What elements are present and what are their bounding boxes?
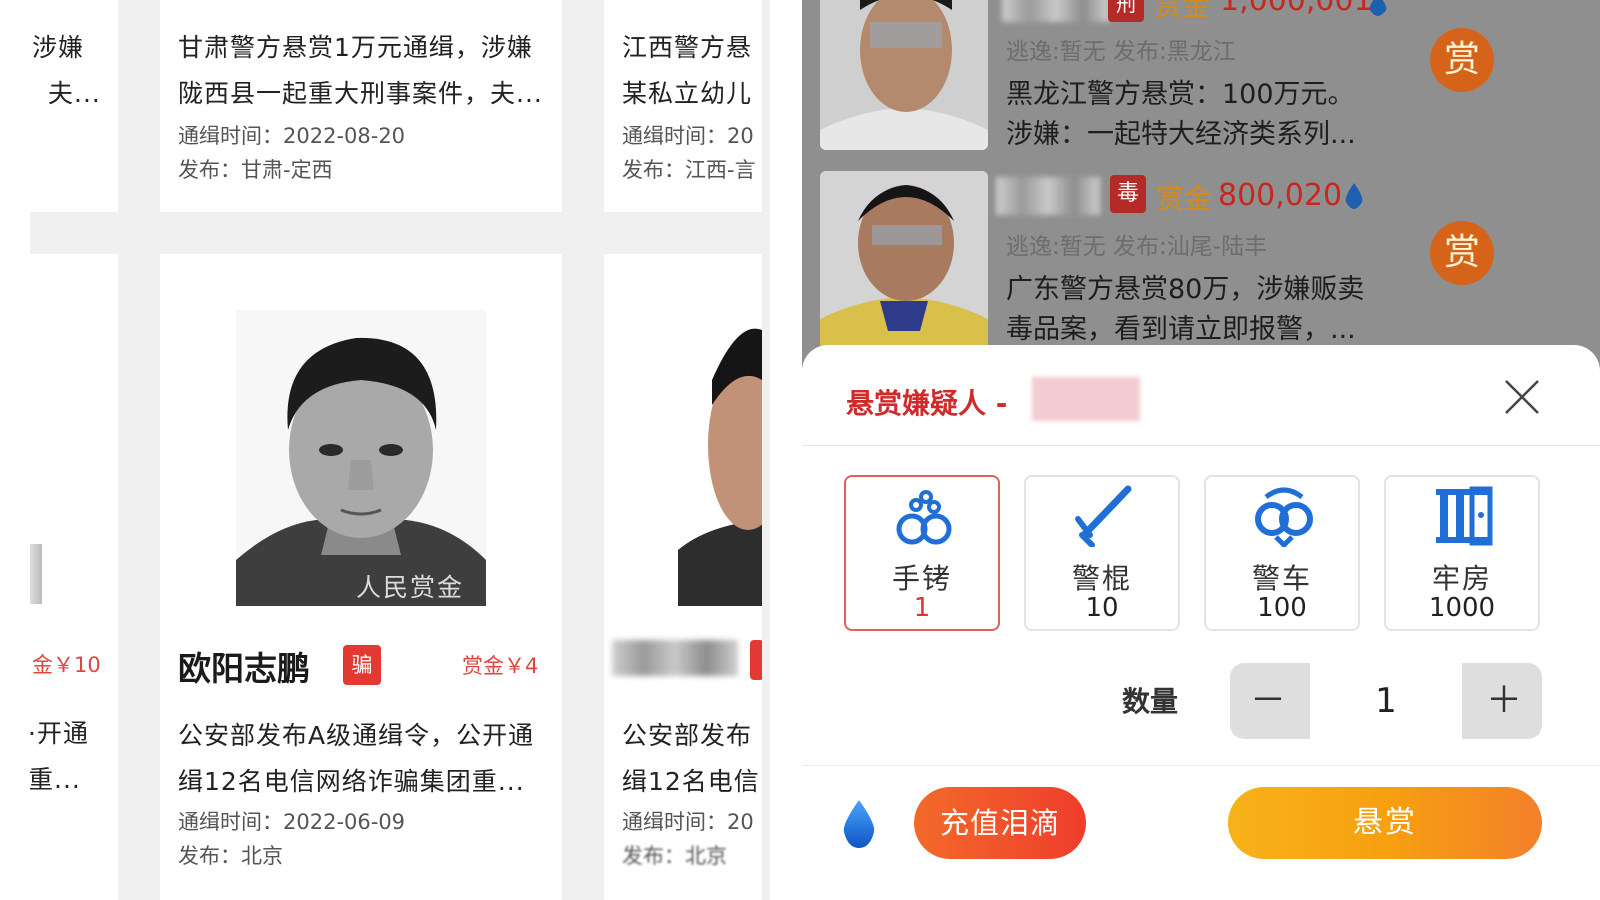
card-desc-line: ·开通 bbox=[30, 719, 89, 748]
reward-amount: 赏金￥4 bbox=[462, 654, 539, 678]
card-ouyang[interactable]: 人民赏金 欧阳志鹏 骗 赏金￥4 公安部发布A级通缉令，公开通 缉12名电信网络… bbox=[160, 254, 562, 900]
option-value: 10 bbox=[1085, 593, 1119, 623]
list-desc-line: 广东警方悬赏80万，涉嫌贩卖 bbox=[1006, 274, 1365, 305]
quantity-label: 数量 bbox=[1122, 685, 1179, 718]
water-drop-icon bbox=[1345, 183, 1363, 209]
card-desc-line: 江西警方悬 bbox=[622, 33, 753, 62]
publisher: 发布：北京 bbox=[178, 844, 283, 868]
photo-fragment bbox=[30, 544, 42, 604]
handcuffs-icon bbox=[896, 490, 952, 545]
escape-publish-meta: 逃逸:暂无 发布:汕尾-陆丰 bbox=[1006, 234, 1268, 260]
option-handcuffs[interactable]: 手铐 1 bbox=[844, 475, 1000, 631]
sheet-title: 悬赏嫌疑人 - bbox=[846, 387, 1008, 420]
jail-icon bbox=[1436, 486, 1493, 546]
option-label: 警车 bbox=[1251, 562, 1312, 595]
reward-amount: 金￥10 bbox=[32, 653, 101, 677]
edge-gutter bbox=[770, 0, 800, 900]
publisher: 发布：北京 bbox=[622, 844, 727, 868]
watermark: 人民赏金 bbox=[356, 573, 465, 602]
card-text: 夫... bbox=[48, 79, 101, 108]
edge-gutter bbox=[0, 0, 30, 900]
list-item[interactable]: 毒 赏金 800,020 逃逸:暂无 发布:汕尾-陆丰 广东警方悬赏80万，涉嫌… bbox=[802, 165, 1600, 349]
card-desc-line: 公安部发布A级通缉令，公开通 bbox=[178, 721, 535, 750]
portrait-illustration bbox=[820, 171, 988, 349]
option-value: 100 bbox=[1257, 593, 1307, 623]
suspect-name: 欧阳志鹏 bbox=[178, 649, 310, 688]
close-icon[interactable] bbox=[1502, 377, 1542, 417]
list-desc-line: 毒品案，看到请立即报警，... bbox=[1006, 314, 1356, 345]
crime-tag: 骗 bbox=[343, 645, 381, 685]
card-text: 涉嫌 bbox=[32, 33, 85, 62]
wanted-time: 通缉时间：20 bbox=[622, 810, 754, 834]
crime-tag: 刑 bbox=[1108, 0, 1144, 22]
reward-label: 赏金 bbox=[1154, 0, 1211, 22]
card-desc-line: 某私立幼儿 bbox=[622, 79, 753, 108]
reward-label: 赏金 bbox=[1156, 182, 1213, 215]
reward-bottom-sheet: 悬赏嫌疑人 - 手铐 1 警棍 10 警车 100 牢房 1000 数量 － 1… bbox=[802, 345, 1600, 900]
quantity-stepper: － 1 ＋ bbox=[1230, 663, 1542, 739]
card-gansu[interactable]: 甘肃警方悬赏1万元通缉，涉嫌 陇西县一起重大刑事案件，夫... 通缉时间：202… bbox=[160, 0, 562, 212]
suspect-photo bbox=[820, 171, 988, 349]
wanted-time: 通缉时间：2022-06-09 bbox=[178, 810, 406, 834]
card-partial-left-top[interactable]: 涉嫌 夫... bbox=[30, 0, 118, 212]
reward-badge-button[interactable]: 赏 bbox=[1430, 28, 1494, 92]
divider bbox=[802, 445, 1600, 446]
divider bbox=[802, 765, 1600, 766]
option-value: 1 bbox=[913, 593, 931, 623]
portrait-illustration bbox=[236, 310, 486, 606]
card-desc-line: 缉12名电信 bbox=[622, 767, 760, 796]
portrait-illustration bbox=[820, 0, 988, 150]
escape-publish-meta: 逃逸:暂无 发布:黑龙江 bbox=[1006, 39, 1236, 65]
option-jail[interactable]: 牢房 1000 bbox=[1384, 475, 1540, 631]
list-desc-line: 涉嫌：一起特大经济类系列... bbox=[1006, 119, 1356, 150]
option-baton[interactable]: 警棍 10 bbox=[1024, 475, 1180, 631]
water-drop-icon bbox=[843, 800, 875, 848]
composite-screenshot: 涉嫌 夫... 甘肃警方悬赏1万元通缉，涉嫌 陇西县一起重大刑事案件，夫... … bbox=[0, 0, 1600, 900]
card-desc-line: 重... bbox=[30, 765, 81, 794]
card-desc-line: 缉12名电信网络诈骗集团重... bbox=[178, 767, 525, 796]
recharge-tears-button[interactable]: 充值泪滴 bbox=[914, 787, 1086, 859]
option-value: 1000 bbox=[1428, 593, 1496, 623]
crime-tag bbox=[750, 640, 762, 680]
right-reward-screen: 刑 赏金 1,000,001 逃逸:暂无 发布:黑龙江 黑龙江警方悬赏：100万… bbox=[802, 0, 1600, 900]
card-partial-left-bottom[interactable]: 金￥10 ·开通 重... bbox=[30, 254, 118, 900]
crime-tag: 毒 bbox=[1110, 175, 1146, 213]
option-police-car[interactable]: 警车 100 bbox=[1204, 475, 1360, 631]
decrement-button[interactable]: － bbox=[1230, 663, 1306, 739]
card-desc-line: 甘肃警方悬赏1万元通缉，涉嫌 bbox=[178, 33, 533, 62]
water-drop-icon bbox=[1369, 0, 1387, 16]
wanted-time: 通缉时间：20 bbox=[622, 124, 754, 148]
card-desc-line: 陇西县一起重大刑事案件，夫... bbox=[178, 79, 543, 108]
card-partial-right[interactable]: 公安部发布 缉12名电信 通缉时间：20 发布：北京 bbox=[604, 254, 762, 900]
suspect-photo bbox=[820, 0, 988, 150]
publisher: 发布：江西-言 bbox=[622, 158, 756, 182]
reward-value: 800,020 bbox=[1218, 178, 1343, 213]
reward-badge-button[interactable]: 赏 bbox=[1430, 221, 1494, 285]
police-car-icon bbox=[1255, 487, 1313, 547]
suspect-photo: 人民赏金 bbox=[236, 310, 486, 606]
blurred-name bbox=[612, 640, 738, 676]
increment-button[interactable]: ＋ bbox=[1466, 663, 1542, 739]
blurred-name bbox=[1002, 0, 1110, 22]
card-jiangxi[interactable]: 江西警方悬 某私立幼儿 通缉时间：20 发布：江西-言 bbox=[604, 0, 762, 212]
list-desc-line: 黑龙江警方悬赏：100万元。 bbox=[1006, 79, 1355, 110]
wanted-time: 通缉时间：2022-08-20 bbox=[178, 124, 406, 148]
list-item[interactable]: 刑 赏金 1,000,001 逃逸:暂无 发布:黑龙江 黑龙江警方悬赏：100万… bbox=[802, 0, 1600, 160]
reward-value: 1,000,001 bbox=[1220, 0, 1373, 18]
quantity-input[interactable]: 1 bbox=[1310, 663, 1462, 739]
suspect-photo bbox=[678, 320, 762, 606]
publisher: 发布：甘肃-定西 bbox=[178, 158, 333, 182]
left-wanted-grid: 涉嫌 夫... 甘肃警方悬赏1万元通缉，涉嫌 陇西县一起重大刑事案件，夫... … bbox=[0, 0, 800, 900]
portrait-illustration bbox=[678, 320, 762, 606]
blurred-name bbox=[996, 177, 1100, 215]
blurred-suspect-name bbox=[1032, 377, 1140, 421]
option-label: 牢房 bbox=[1431, 562, 1492, 595]
option-label: 手铐 bbox=[891, 562, 952, 595]
card-desc-line: 公安部发布 bbox=[622, 721, 753, 750]
submit-reward-button[interactable]: 悬赏 bbox=[1228, 787, 1542, 859]
baton-icon bbox=[1075, 485, 1132, 547]
option-label: 警棍 bbox=[1071, 562, 1132, 595]
